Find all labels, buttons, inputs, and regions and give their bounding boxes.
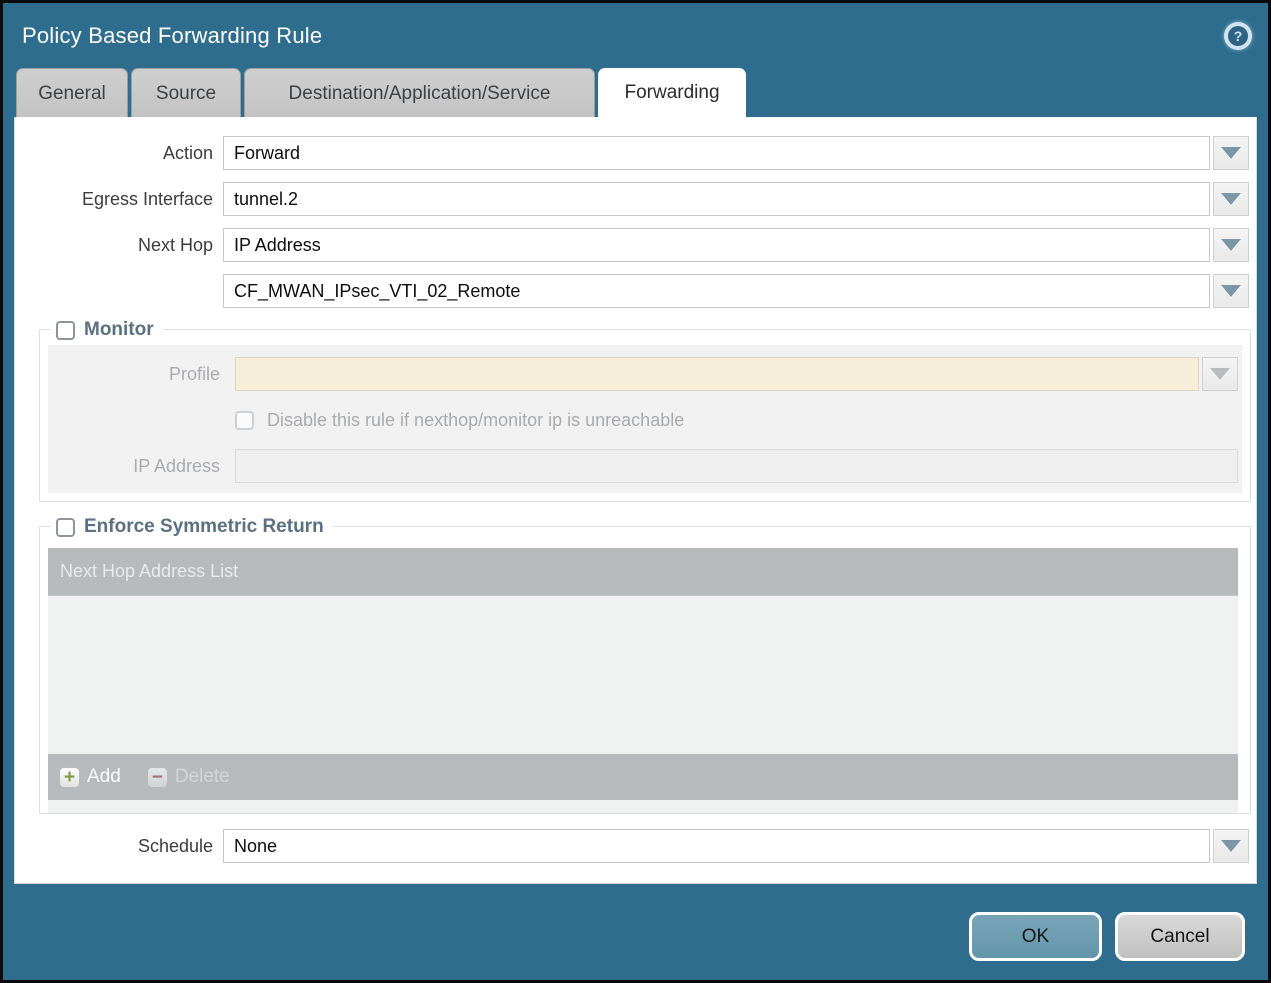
profile-dropdown-button	[1202, 357, 1238, 391]
monitor-ip-address-label: IP Address	[48, 456, 220, 477]
ok-button[interactable]: OK	[969, 912, 1102, 961]
egress-interface-label: Egress Interface	[15, 189, 213, 210]
action-label: Action	[15, 143, 213, 164]
enforce-symmetric-return-checkbox[interactable]	[56, 518, 75, 537]
add-button[interactable]: + Add	[59, 766, 121, 788]
schedule-label: Schedule	[15, 836, 213, 857]
disable-rule-label: Disable this rule if nexthop/monitor ip …	[267, 410, 684, 431]
forwarding-tab-panel: Action Forward Egress Interface tunnel.2…	[14, 117, 1257, 884]
esr-legend-label: Enforce Symmetric Return	[84, 516, 324, 538]
chevron-down-icon	[1221, 239, 1241, 251]
delete-button-label: Delete	[175, 766, 230, 788]
monitor-checkbox[interactable]	[56, 321, 75, 340]
action-dropdown-button[interactable]	[1213, 136, 1249, 170]
next-hop-address-select[interactable]: CF_MWAN_IPsec_VTI_02_Remote	[223, 274, 1210, 308]
schedule-dropdown-button[interactable]	[1213, 829, 1249, 863]
monitor-section: Monitor Profile Disable this rule if nex…	[39, 329, 1251, 502]
profile-label: Profile	[48, 364, 220, 385]
next-hop-row: Next Hop IP Address	[15, 228, 1256, 262]
chevron-down-icon	[1221, 193, 1241, 205]
profile-select	[235, 357, 1199, 391]
dialog-title: Policy Based Forwarding Rule	[22, 23, 322, 49]
table-footer-strip	[48, 800, 1238, 813]
dialog-titlebar: Policy Based Forwarding Rule ?	[3, 3, 1268, 68]
dialog-footer: OK Cancel	[3, 884, 1268, 980]
profile-row: Profile	[48, 357, 1238, 391]
next-hop-type-dropdown-button[interactable]	[1213, 228, 1249, 262]
action-row: Action Forward	[15, 136, 1256, 170]
tab-forwarding[interactable]: Forwarding	[598, 68, 746, 117]
plus-icon: +	[59, 767, 80, 788]
monitor-ip-address-row: IP Address	[48, 449, 1238, 483]
table-toolbar: + Add − Delete	[48, 754, 1238, 800]
disable-rule-row: Disable this rule if nexthop/monitor ip …	[48, 405, 1238, 435]
enforce-symmetric-return-section: Enforce Symmetric Return Next Hop Addres…	[39, 526, 1251, 814]
egress-interface-dropdown-button[interactable]	[1213, 182, 1249, 216]
chevron-down-icon	[1221, 147, 1241, 159]
tab-destination-application-service[interactable]: Destination/Application/Service	[244, 68, 595, 117]
question-mark-icon: ?	[1228, 26, 1248, 46]
chevron-down-icon	[1221, 840, 1241, 852]
cancel-button[interactable]: Cancel	[1115, 912, 1245, 961]
minus-icon: −	[147, 767, 168, 788]
tab-source[interactable]: Source	[131, 68, 241, 117]
schedule-select[interactable]: None	[223, 829, 1210, 863]
schedule-row: Schedule None	[15, 829, 1256, 863]
tab-bar: General Source Destination/Application/S…	[16, 68, 1268, 117]
monitor-ip-address-input	[235, 449, 1238, 483]
next-hop-type-select[interactable]: IP Address	[223, 228, 1210, 262]
screen: Policy Based Forwarding Rule ? General S…	[0, 0, 1271, 983]
chevron-down-icon	[1210, 368, 1230, 380]
help-button[interactable]: ?	[1224, 22, 1252, 50]
next-hop-address-list-header: Next Hop Address List	[48, 548, 1238, 596]
next-hop-address-list-body[interactable]	[48, 596, 1238, 754]
delete-button: − Delete	[147, 766, 230, 788]
pbf-rule-dialog: Policy Based Forwarding Rule ? General S…	[3, 3, 1268, 980]
next-hop-address-row: CF_MWAN_IPsec_VTI_02_Remote	[15, 274, 1256, 308]
monitor-content: Profile Disable this rule if nexthop/mon…	[48, 345, 1242, 493]
next-hop-address-dropdown-button[interactable]	[1213, 274, 1249, 308]
egress-interface-row: Egress Interface tunnel.2	[15, 182, 1256, 216]
egress-interface-select[interactable]: tunnel.2	[223, 182, 1210, 216]
next-hop-label: Next Hop	[15, 235, 213, 256]
monitor-legend-label: Monitor	[84, 319, 154, 341]
add-button-label: Add	[87, 766, 121, 788]
disable-rule-checkbox	[235, 411, 254, 430]
esr-legend: Enforce Symmetric Return	[50, 514, 333, 540]
chevron-down-icon	[1221, 285, 1241, 297]
monitor-legend: Monitor	[50, 317, 163, 343]
tab-general[interactable]: General	[16, 68, 128, 117]
next-hop-address-list-table: Next Hop Address List + Add − Delete	[48, 548, 1238, 813]
action-select[interactable]: Forward	[223, 136, 1210, 170]
